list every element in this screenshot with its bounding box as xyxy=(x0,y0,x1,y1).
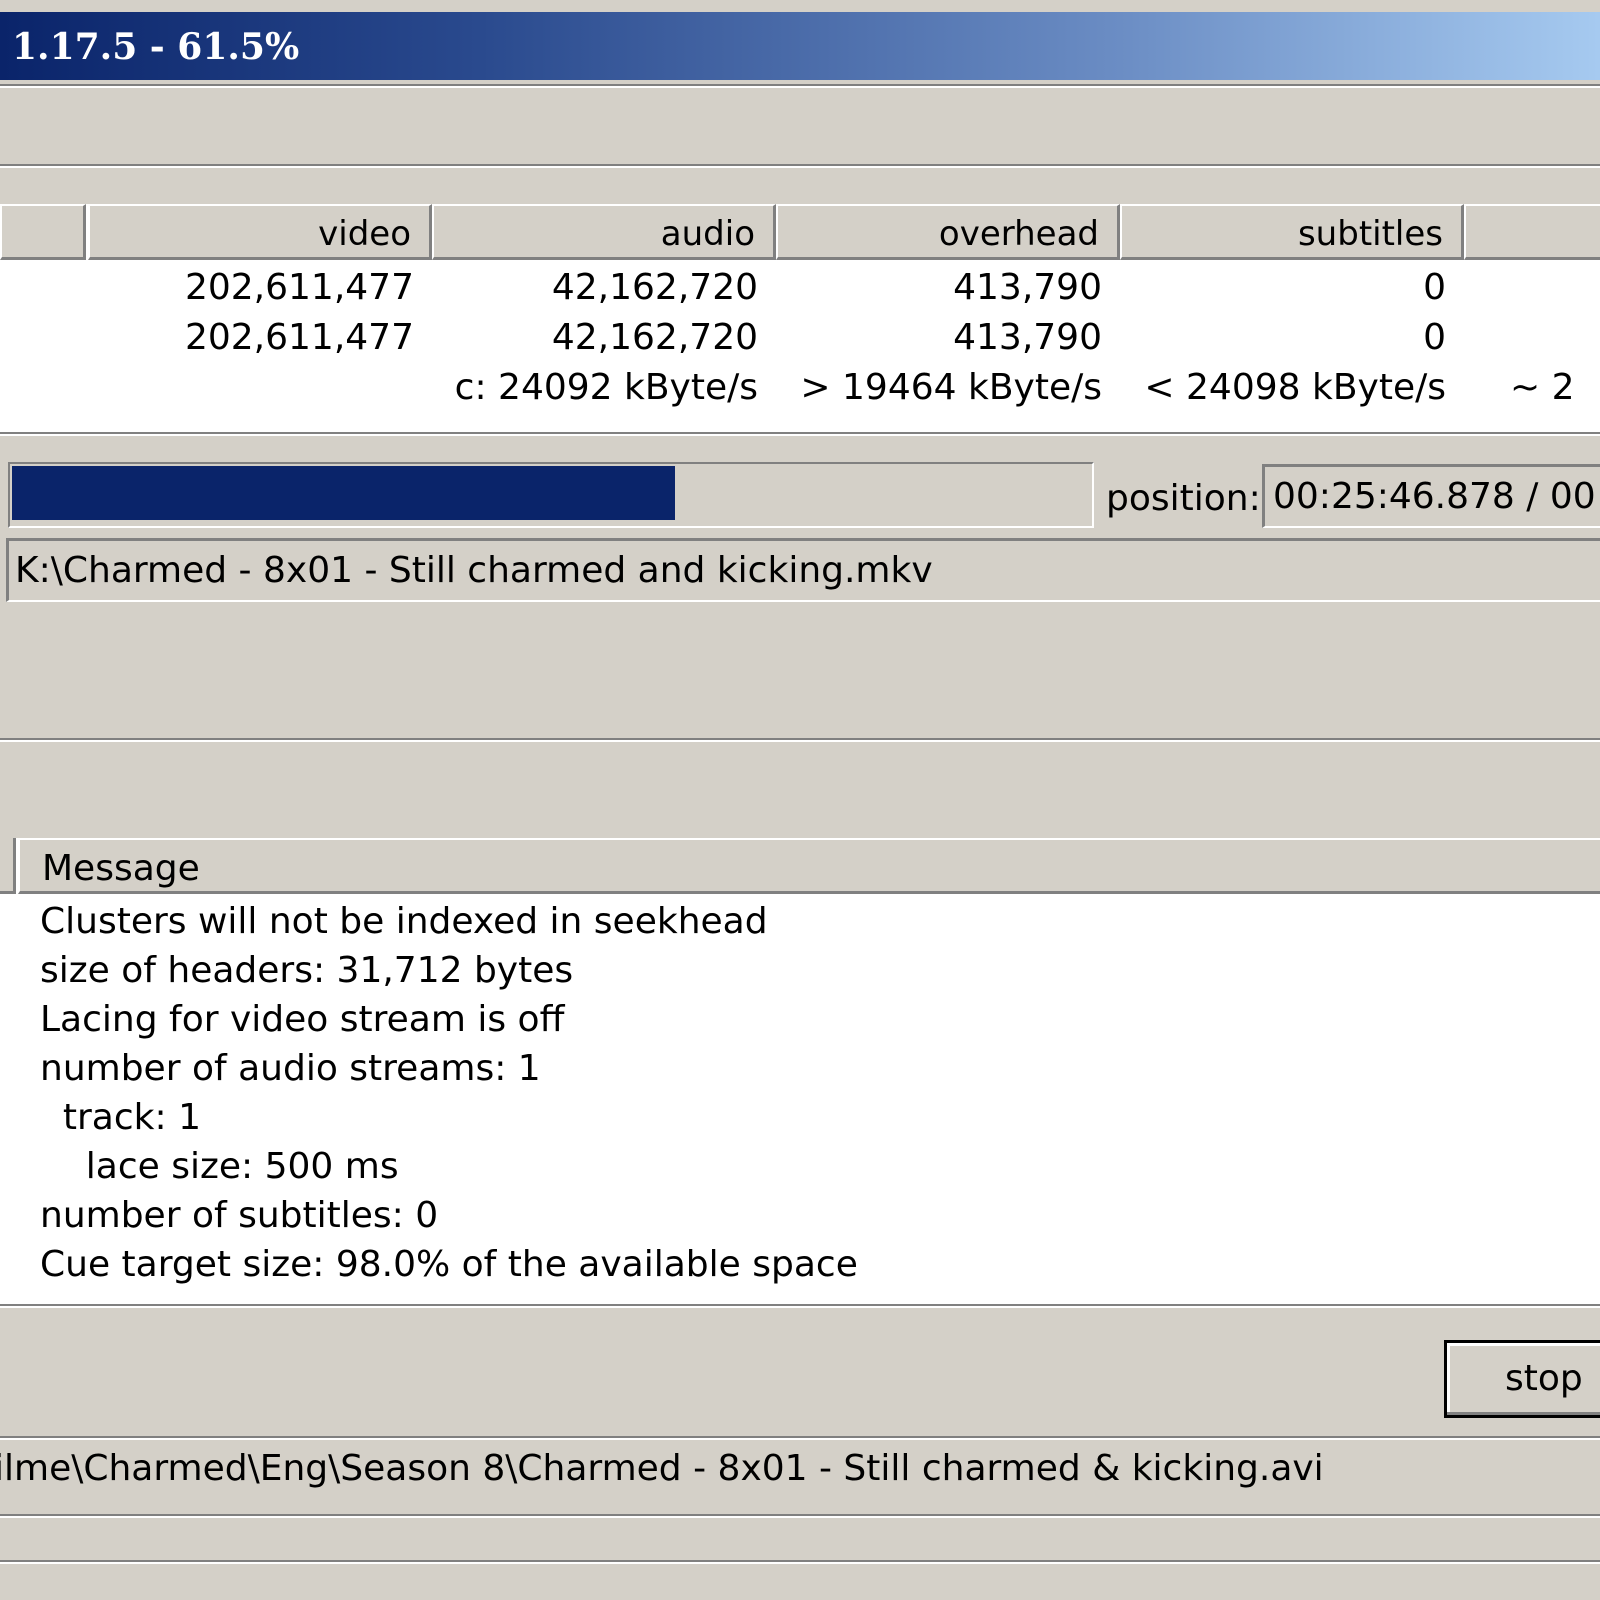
window-title: 1.17.5 - 61.5% xyxy=(12,26,300,68)
column-header-extra[interactable] xyxy=(1464,204,1600,260)
column-header-subtitles[interactable]: subtitles xyxy=(1120,204,1464,260)
separator xyxy=(0,432,1600,436)
output-file-field[interactable]: K:\Charmed - 8x01 - Still charmed and ki… xyxy=(6,538,1600,602)
separator xyxy=(0,164,1600,168)
table-cell: 202,611,477 xyxy=(184,267,414,308)
separator xyxy=(0,1436,1600,1440)
separator xyxy=(0,84,1600,88)
column-header-message[interactable]: Message xyxy=(18,838,1600,894)
rate-cell-overhead: > 19464 kByte/s xyxy=(800,367,1102,408)
list-item[interactable]: Cue target size: 98.0% of the available … xyxy=(40,1245,858,1285)
rate-cell-audio: c: 24092 kByte/s xyxy=(454,367,758,408)
list-item[interactable]: number of subtitles: 0 xyxy=(40,1196,438,1236)
table-cell: 202,611,477 xyxy=(184,317,414,358)
list-item[interactable]: number of audio streams: 1 xyxy=(40,1049,541,1089)
progress-bar-fill xyxy=(12,466,675,520)
separator xyxy=(0,1304,1600,1308)
position-field[interactable]: 00:25:46.878 / 00 xyxy=(1262,464,1600,528)
list-item[interactable]: track: 1 xyxy=(40,1098,201,1138)
table-cell: 413,790 xyxy=(953,317,1102,358)
separator xyxy=(0,1514,1600,1518)
stop-button[interactable]: stop xyxy=(1444,1340,1600,1418)
table-cell: 42,162,720 xyxy=(551,317,758,358)
rate-cell-extra: ~ 2 xyxy=(1510,367,1575,408)
table-cell: 413,790 xyxy=(953,267,1102,308)
list-item[interactable]: size of headers: 31,712 bytes xyxy=(40,951,573,991)
column-header-video[interactable]: video xyxy=(88,204,432,260)
log-header-blank[interactable] xyxy=(0,838,16,894)
list-item[interactable]: lace size: 500 ms xyxy=(40,1147,399,1187)
table-cell: 0 xyxy=(1423,267,1446,308)
separator xyxy=(0,738,1600,742)
status-bar-text: ilme\Charmed\Eng\Season 8\Charmed - 8x01… xyxy=(0,1448,1324,1489)
stats-header-blank[interactable] xyxy=(0,204,86,260)
list-item[interactable]: Lacing for video stream is off xyxy=(40,1000,564,1040)
position-label: position: xyxy=(1106,478,1261,519)
table-cell: 0 xyxy=(1423,317,1446,358)
table-cell: 42,162,720 xyxy=(551,267,758,308)
column-header-overhead[interactable]: overhead xyxy=(776,204,1120,260)
column-header-audio[interactable]: audio xyxy=(432,204,776,260)
rate-cell-subtitles: < 24098 kByte/s xyxy=(1144,367,1446,408)
separator xyxy=(0,1560,1600,1564)
list-item[interactable]: Clusters will not be indexed in seekhead xyxy=(40,902,768,942)
